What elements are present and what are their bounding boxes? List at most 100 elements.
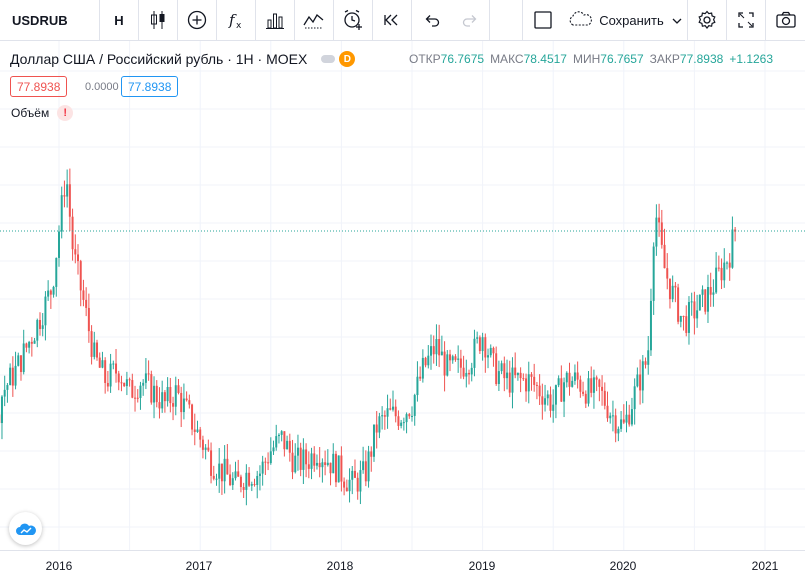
symbol-search[interactable]: USDRUB xyxy=(0,0,100,41)
candle xyxy=(321,462,324,468)
candle xyxy=(283,431,286,450)
candle xyxy=(125,379,128,387)
candle xyxy=(400,422,403,426)
candle xyxy=(516,372,519,376)
gear-icon[interactable] xyxy=(688,0,727,41)
warning-icon[interactable]: ! xyxy=(57,105,74,121)
redo-icon[interactable] xyxy=(451,0,490,41)
candle xyxy=(245,472,248,490)
candle xyxy=(106,382,109,387)
candle xyxy=(495,353,498,385)
candle xyxy=(77,254,80,262)
candle xyxy=(22,343,25,373)
candle xyxy=(248,472,251,486)
candle xyxy=(557,378,560,386)
candle xyxy=(584,393,587,404)
candle xyxy=(622,419,625,423)
visibility-toggle[interactable] xyxy=(321,55,336,63)
replay-icon[interactable] xyxy=(373,0,412,41)
candle xyxy=(413,395,416,416)
candle xyxy=(98,357,101,368)
high-value: 78.4517 xyxy=(523,52,567,66)
candle xyxy=(267,462,270,464)
candle xyxy=(720,267,723,281)
ask-price-box[interactable]: 77.8938 xyxy=(121,76,179,97)
layout-icon[interactable] xyxy=(523,0,562,41)
candle xyxy=(478,337,481,352)
candle xyxy=(546,394,549,399)
bid-price-box[interactable]: 77.8938 xyxy=(10,76,68,97)
open-value: 76.7675 xyxy=(440,52,485,66)
candle xyxy=(522,378,525,380)
candle xyxy=(280,431,283,435)
camera-icon[interactable] xyxy=(766,0,805,41)
candle xyxy=(481,337,484,352)
candle xyxy=(704,289,707,312)
candle xyxy=(144,373,147,383)
candle xyxy=(134,397,137,399)
interval-button[interactable]: H xyxy=(100,0,139,41)
tradingview-logo[interactable] xyxy=(9,512,42,545)
indicator-icon[interactable] xyxy=(295,0,334,41)
candle xyxy=(701,289,704,295)
candle xyxy=(188,400,191,405)
candle xyxy=(299,447,302,470)
candle xyxy=(177,385,180,393)
candle xyxy=(345,487,348,492)
candle xyxy=(487,355,490,358)
candle xyxy=(33,340,36,344)
candle xyxy=(503,363,506,379)
series-title[interactable]: Доллар США / Российский рубль · 1Н · MOE… xyxy=(10,51,307,67)
candle xyxy=(364,461,367,482)
candle xyxy=(367,451,370,482)
candle xyxy=(326,462,329,466)
candle xyxy=(25,343,28,348)
candle xyxy=(560,378,563,402)
x-tick-label: 2016 xyxy=(45,559,73,573)
candle xyxy=(459,358,462,368)
candle xyxy=(432,346,435,355)
undo-icon[interactable] xyxy=(412,0,451,41)
candle xyxy=(340,455,343,482)
candle xyxy=(530,374,533,377)
candle xyxy=(41,325,44,329)
candle xyxy=(38,319,41,329)
candle xyxy=(541,396,544,405)
plus-circle-icon[interactable] xyxy=(178,0,217,41)
candle xyxy=(677,287,680,322)
candle xyxy=(49,290,52,295)
low-value: 76.7657 xyxy=(600,52,644,66)
candle xyxy=(723,262,726,281)
change-value: +1.1263 xyxy=(729,52,774,66)
candle xyxy=(454,356,457,360)
chevron-down-icon[interactable] xyxy=(672,13,682,28)
save-button[interactable]: Сохранить xyxy=(562,0,688,41)
volume-label[interactable]: Объём xyxy=(11,106,49,120)
candle xyxy=(47,290,50,297)
close-value: 77.8938 xyxy=(679,52,724,66)
candle xyxy=(74,249,77,255)
candle xyxy=(112,363,115,365)
candle xyxy=(286,440,289,450)
candle xyxy=(163,392,166,402)
candle xyxy=(465,372,468,377)
candle xyxy=(527,374,530,392)
data-delay-badge[interactable]: D xyxy=(339,51,356,67)
candle xyxy=(666,268,669,279)
candle xyxy=(658,217,661,223)
candle xyxy=(28,341,31,348)
bar-chart-icon[interactable] xyxy=(256,0,295,41)
time-axis[interactable]: 2016 2017 2018 2019 2020 2021 xyxy=(0,550,805,581)
alert-icon[interactable] xyxy=(334,0,373,41)
price-chart[interactable] xyxy=(0,41,805,550)
candle xyxy=(438,339,441,356)
low-label: МИН xyxy=(572,52,601,66)
fullscreen-icon[interactable] xyxy=(727,0,766,41)
candle xyxy=(698,294,701,311)
candle xyxy=(210,450,213,476)
fx-icon[interactable]: fx xyxy=(217,0,256,41)
candles-icon[interactable] xyxy=(139,0,178,41)
candle xyxy=(468,372,471,375)
candle xyxy=(193,429,196,432)
candle xyxy=(725,262,728,264)
